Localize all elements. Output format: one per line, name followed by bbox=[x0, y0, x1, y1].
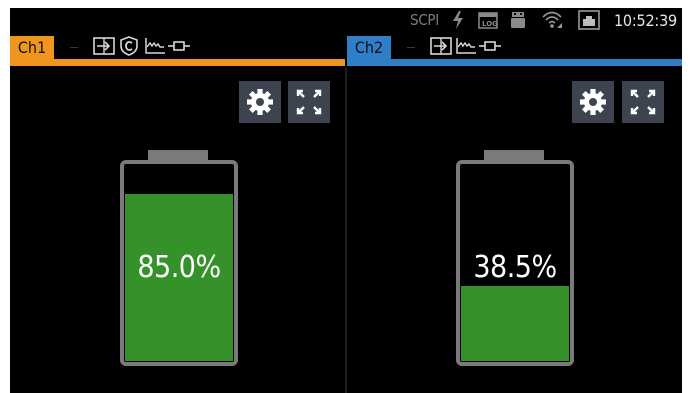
clock: 10:52:39 bbox=[613, 11, 677, 30]
ch1-charge-percent: 85.0% bbox=[137, 250, 221, 285]
battery-charge-fill bbox=[461, 286, 569, 361]
protection-c-icon bbox=[120, 36, 138, 56]
lightning-icon bbox=[453, 11, 463, 29]
channel-2-label: Ch2 bbox=[347, 36, 391, 59]
channel-divider bbox=[345, 68, 347, 393]
ch1-fullscreen-button[interactable] bbox=[288, 81, 330, 123]
ramp-waveform-icon bbox=[456, 38, 476, 54]
status-bar: SCPI LOG 10:52:39 bbox=[10, 8, 682, 32]
ch1-settings-button[interactable] bbox=[239, 81, 281, 123]
scpi-indicator: SCPI bbox=[410, 11, 439, 29]
battery-terminal bbox=[484, 150, 544, 160]
load-connector-icon bbox=[479, 41, 501, 51]
ch2-charge-percent: 38.5% bbox=[473, 250, 557, 285]
ch1-battery-gauge: 85.0% bbox=[120, 150, 238, 366]
usb-drive-icon bbox=[511, 12, 525, 28]
expand-icon bbox=[630, 89, 656, 115]
ramp-waveform-icon bbox=[145, 38, 165, 54]
ch2-settings-button[interactable] bbox=[572, 81, 614, 123]
channel-1-label: Ch1 bbox=[10, 36, 54, 59]
gear-icon bbox=[247, 89, 273, 115]
tab-separator bbox=[407, 47, 415, 48]
ethernet-icon[interactable] bbox=[578, 10, 600, 30]
gear-icon bbox=[580, 89, 606, 115]
svg-text:LOG: LOG bbox=[482, 20, 498, 28]
output-arrow-icon bbox=[430, 37, 452, 55]
channel-2-tab[interactable]: Ch2 bbox=[347, 33, 682, 67]
wifi-icon[interactable] bbox=[541, 9, 563, 29]
load-connector-icon bbox=[168, 41, 190, 51]
battery-terminal bbox=[148, 150, 208, 160]
tab-separator bbox=[70, 47, 78, 48]
channel-1-tab[interactable]: Ch1 bbox=[10, 33, 345, 67]
ch2-fullscreen-button[interactable] bbox=[622, 81, 664, 123]
ch2-battery-gauge: 38.5% bbox=[456, 150, 574, 366]
log-icon[interactable]: LOG bbox=[478, 12, 500, 29]
channel-2-accent-bar bbox=[347, 59, 682, 66]
instrument-screen: SCPI LOG 10:52:39 Ch1 Ch2 85.0% 38.5% bbox=[10, 8, 682, 393]
channel-1-accent-bar bbox=[10, 59, 345, 66]
output-arrow-icon bbox=[93, 37, 115, 55]
expand-icon bbox=[296, 89, 322, 115]
